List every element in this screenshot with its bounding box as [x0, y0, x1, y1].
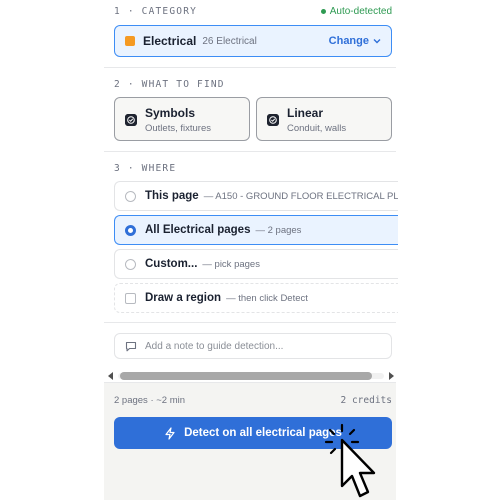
where-option-label: This page: [145, 190, 199, 202]
checked-checkbox-icon: [267, 114, 279, 126]
auto-detected-label: Auto-detected: [329, 5, 392, 17]
detect-button-label: Detect on all electrical pages: [184, 427, 342, 439]
category-count: 26 Electrical: [202, 35, 257, 47]
scroll-left-arrow-icon[interactable]: [108, 372, 113, 380]
checkbox[interactable]: [125, 292, 136, 304]
section-divider: [104, 322, 396, 323]
where-header-label: 3 · WHERE: [114, 162, 177, 174]
find-section-header: 2 · WHAT TO FIND: [114, 77, 392, 91]
where-option-desc: — pick pages: [202, 258, 260, 270]
credits-count: 2 credits: [340, 395, 392, 406]
radio-button[interactable]: [125, 258, 136, 270]
where-option-this-page[interactable]: This page — A150 - GROUND FLOOR ELECTRIC…: [114, 181, 398, 211]
scroll-right-arrow-icon[interactable]: [389, 372, 394, 380]
where-option-desc: — 2 pages: [255, 224, 302, 236]
category-header-label: 1 · CATEGORY: [114, 5, 198, 17]
find-option-title: Linear: [287, 106, 324, 120]
note-input[interactable]: Add a note to guide detection...: [114, 333, 392, 359]
where-option-desc: — A150 - GROUND FLOOR ELECTRICAL PLAN: [203, 190, 398, 202]
category-name: Electrical: [143, 34, 197, 48]
where-option-all-pages[interactable]: All Electrical pages — 2 pages: [114, 215, 398, 245]
where-option-custom[interactable]: Custom... — pick pages: [114, 249, 398, 279]
detection-panel: 1 · CATEGORY Auto-detected Electrical 26…: [104, 0, 398, 500]
detection-summary: 2 pages · ~2 min: [114, 395, 186, 406]
where-option-draw-region[interactable]: Draw a region — then click Detect: [114, 283, 398, 313]
change-category-button[interactable]: Change: [329, 35, 381, 47]
where-section-header: 3 · WHERE: [114, 161, 392, 175]
find-option-subtitle: Conduit, walls: [287, 123, 347, 134]
category-card[interactable]: Electrical 26 Electrical Change: [114, 25, 392, 57]
scrollbar-thumb[interactable]: [120, 372, 372, 380]
section-divider: [104, 151, 396, 152]
status-dot-icon: [320, 8, 326, 14]
find-option-title: Symbols: [145, 106, 196, 120]
panel-footer: 2 pages · ~2 min 2 credits Detect on all…: [104, 382, 396, 500]
chevron-down-icon: [373, 39, 381, 44]
radio-button[interactable]: [125, 190, 136, 202]
horizontal-scrollbar[interactable]: [106, 370, 396, 382]
auto-detected-status: Auto-detected: [320, 5, 392, 17]
comment-icon: [125, 341, 137, 351]
find-option-subtitle: Outlets, fixtures: [145, 123, 211, 134]
where-option-label: Custom...: [145, 258, 198, 270]
find-option-symbols[interactable]: Symbols Outlets, fixtures: [114, 97, 250, 141]
detect-button[interactable]: Detect on all electrical pages: [114, 417, 392, 449]
checked-checkbox-icon: [125, 114, 137, 126]
find-header-label: 2 · WHAT TO FIND: [114, 78, 225, 90]
where-option-desc: — then click Detect: [226, 292, 308, 304]
category-section-header: 1 · CATEGORY Auto-detected: [114, 4, 392, 18]
category-color-swatch: [125, 36, 135, 46]
radio-button-selected[interactable]: [125, 224, 136, 236]
find-option-linear[interactable]: Linear Conduit, walls: [256, 97, 392, 141]
lightning-icon: [165, 426, 175, 440]
where-option-label: All Electrical pages: [145, 224, 251, 236]
change-label: Change: [328, 35, 369, 47]
where-option-label: Draw a region: [145, 292, 222, 304]
section-divider: [104, 67, 396, 68]
note-placeholder: Add a note to guide detection...: [145, 340, 284, 352]
